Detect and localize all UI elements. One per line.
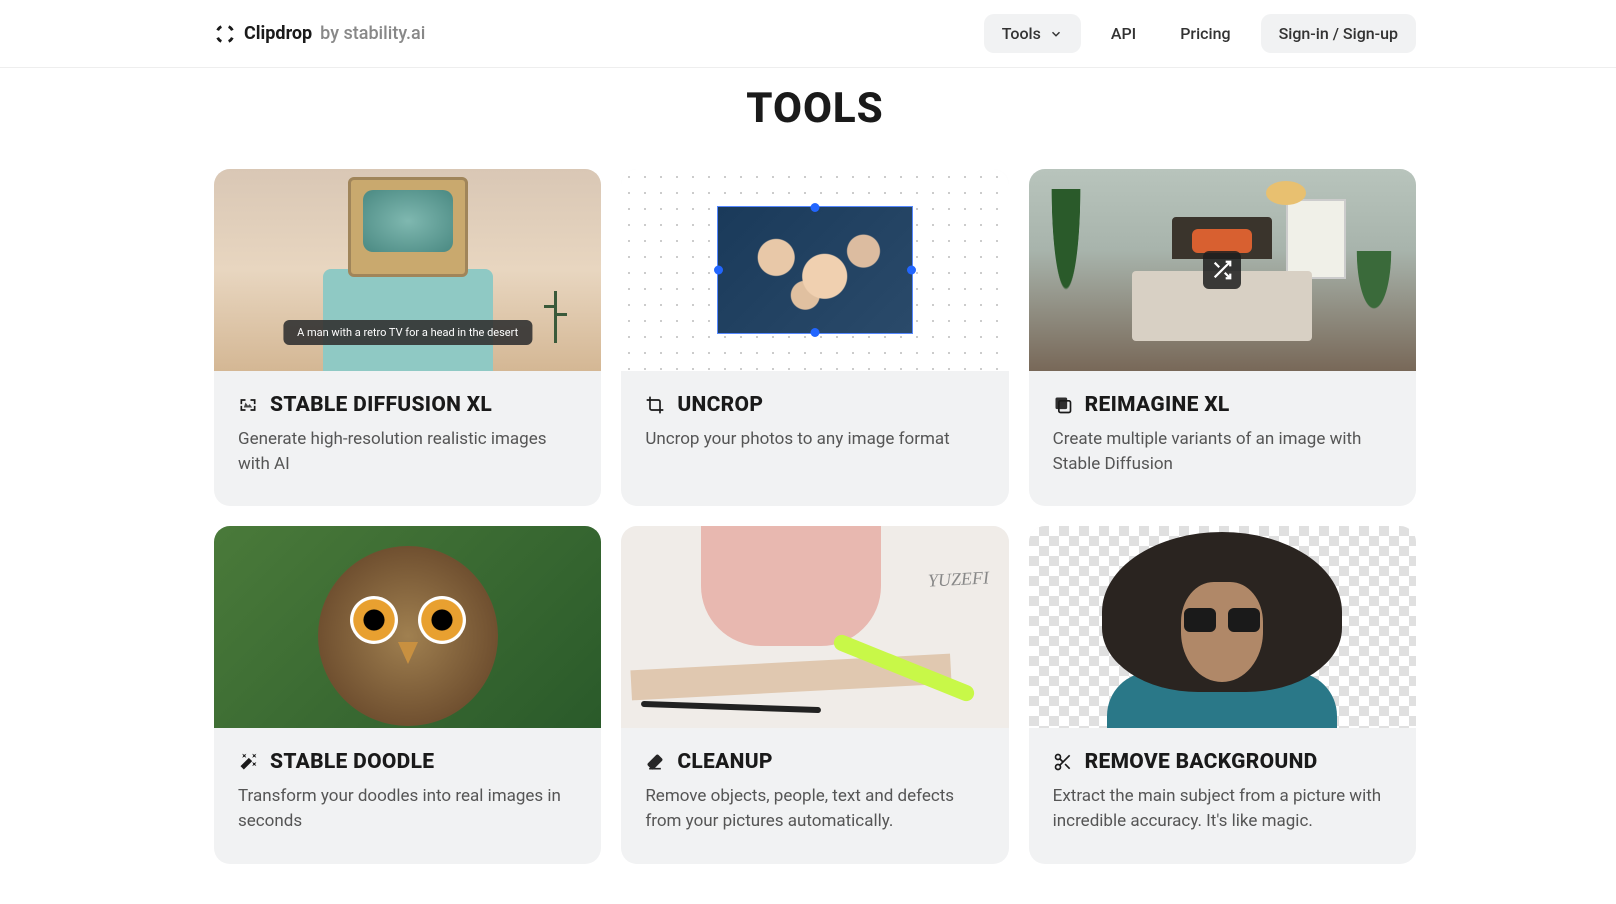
clipdrop-logo-icon (214, 23, 236, 45)
section-title: TOOLS (214, 84, 1416, 133)
tool-card-cleanup[interactable]: YUZEFI CLEANUP Remove objects, people, t… (621, 526, 1008, 863)
card-description: Remove objects, people, text and defects… (645, 784, 984, 833)
eraser-icon (645, 752, 665, 772)
image-caption: A man with a retro TV for a head in the … (283, 320, 532, 345)
tool-card-reimagine-xl[interactable]: REIMAGINE XL Create multiple variants of… (1029, 169, 1416, 506)
nav-pricing-link[interactable]: Pricing (1166, 14, 1244, 53)
primary-nav: Tools API Pricing Sign-in / Sign-up (984, 14, 1416, 53)
main-content: TOOLS A man with a retro TV for a head i… (0, 84, 1616, 904)
magic-wand-icon (238, 752, 258, 772)
image-variants-icon (1053, 395, 1073, 415)
card-title: CLEANUP (677, 750, 773, 774)
site-header: Clipdrop by stability.ai Tools API Prici… (0, 0, 1616, 68)
card-description: Extract the main subject from a picture … (1053, 784, 1392, 833)
brand-suffix: by stability.ai (320, 23, 425, 44)
nav-api-link[interactable]: API (1097, 14, 1150, 53)
text-to-image-icon (238, 395, 258, 415)
card-image: A man with a retro TV for a head in the … (214, 169, 601, 371)
tool-card-stable-diffusion-xl[interactable]: A man with a retro TV for a head in the … (214, 169, 601, 506)
card-title: REIMAGINE XL (1085, 393, 1230, 417)
chevron-down-icon (1049, 27, 1063, 41)
scissors-icon (1053, 752, 1073, 772)
card-title: STABLE DIFFUSION XL (270, 393, 492, 417)
card-image (621, 169, 1008, 371)
card-title: REMOVE BACKGROUND (1085, 750, 1318, 774)
card-image (1029, 169, 1416, 371)
card-image (214, 526, 601, 728)
tool-card-remove-background[interactable]: REMOVE BACKGROUND Extract the main subje… (1029, 526, 1416, 863)
tool-card-uncrop[interactable]: UNCROP Uncrop your photos to any image f… (621, 169, 1008, 506)
nav-signin-button[interactable]: Sign-in / Sign-up (1261, 14, 1416, 53)
card-description: Create multiple variants of an image wit… (1053, 427, 1392, 476)
card-image (1029, 526, 1416, 728)
card-description: Uncrop your photos to any image format (645, 427, 984, 452)
crop-icon (645, 395, 665, 415)
card-description: Transform your doodles into real images … (238, 784, 577, 833)
card-image: YUZEFI (621, 526, 1008, 728)
card-description: Generate high-resolution realistic image… (238, 427, 577, 476)
tool-card-stable-doodle[interactable]: STABLE DOODLE Transform your doodles int… (214, 526, 601, 863)
card-title: STABLE DOODLE (270, 750, 434, 774)
brand-name: Clipdrop (244, 23, 312, 44)
tools-grid: A man with a retro TV for a head in the … (214, 169, 1416, 864)
card-title: UNCROP (677, 393, 763, 417)
nav-tools-label: Tools (1002, 24, 1041, 43)
logo[interactable]: Clipdrop by stability.ai (214, 23, 425, 45)
nav-tools-dropdown[interactable]: Tools (984, 14, 1081, 53)
shuffle-icon (1203, 251, 1241, 289)
